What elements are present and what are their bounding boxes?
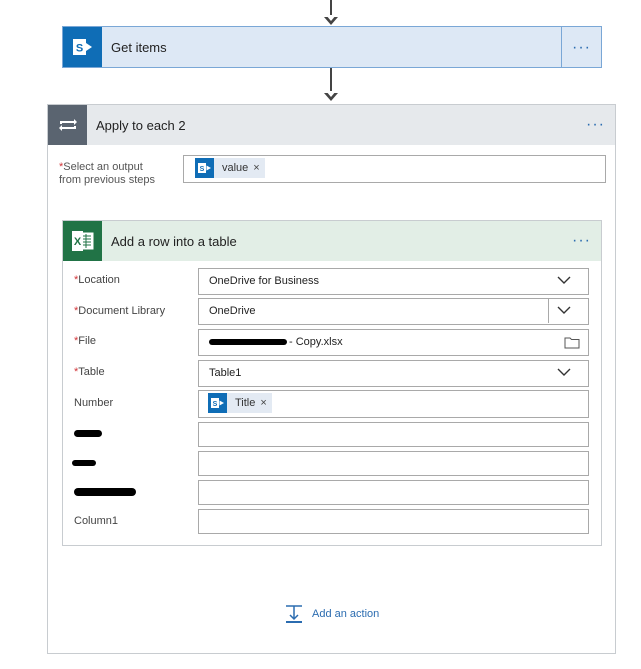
redacted-label — [74, 488, 136, 496]
select-output-label: *Select an output from previous steps — [59, 161, 189, 187]
folder-icon[interactable] — [564, 336, 580, 349]
document-library-label-text: Document Library — [78, 305, 166, 317]
redacted-field-input[interactable] — [198, 480, 589, 505]
file-picker-input[interactable]: - Copy.xlsx — [198, 329, 589, 356]
dropdown-divider — [548, 298, 549, 323]
redacted-filename — [209, 339, 287, 345]
file-value: - Copy.xlsx — [289, 336, 343, 348]
document-library-label: *Document Library — [74, 305, 165, 317]
add-row-header[interactable]: X Add a row into a table ··· — [63, 221, 601, 261]
location-label: *Location — [74, 274, 120, 286]
get-items-menu-button[interactable]: ··· — [572, 39, 591, 57]
remove-token-button[interactable]: × — [253, 162, 264, 174]
get-items-title: Get items — [111, 40, 167, 55]
apply-to-each-menu-button[interactable]: ··· — [586, 116, 605, 134]
title-token-label: Title — [235, 397, 256, 409]
column1-input[interactable] — [198, 509, 589, 534]
select-output-label-line2: from previous steps — [59, 174, 155, 186]
apply-to-each-title: Apply to each 2 — [96, 118, 186, 133]
location-dropdown[interactable]: OneDrive for Business — [198, 268, 589, 295]
add-action-button[interactable]: Add an action — [284, 604, 379, 624]
select-output-label-line1: Select an output — [63, 161, 143, 173]
document-library-dropdown[interactable]: OneDrive — [198, 298, 589, 325]
number-input[interactable]: S Title × — [198, 390, 589, 418]
chevron-down-icon[interactable] — [556, 303, 572, 317]
get-items-card[interactable]: S Get items ··· — [62, 26, 602, 68]
column1-label: Column1 — [74, 515, 119, 527]
select-output-input[interactable]: S value × — [183, 155, 606, 183]
add-row-menu-button[interactable]: ··· — [572, 232, 591, 250]
add-action-icon — [286, 605, 302, 623]
redacted-label — [72, 460, 96, 466]
chevron-down-icon[interactable] — [556, 365, 572, 379]
excel-icon: X — [63, 221, 102, 261]
location-value: OneDrive for Business — [209, 275, 320, 287]
sharepoint-icon: S — [63, 27, 102, 67]
sharepoint-icon: S — [208, 393, 227, 413]
file-label: *File — [74, 335, 96, 347]
svg-text:S: S — [199, 166, 204, 173]
redacted-field-input[interactable] — [198, 422, 589, 447]
title-token: S Title × — [208, 393, 272, 413]
loop-icon — [48, 105, 87, 145]
down-arrow-icon — [324, 15, 338, 25]
sharepoint-icon: S — [195, 158, 214, 178]
redacted-label — [74, 430, 102, 437]
file-label-text: File — [78, 335, 97, 347]
table-value: Table1 — [209, 367, 242, 379]
location-label-text: Location — [78, 274, 120, 286]
table-dropdown[interactable]: Table1 — [198, 360, 589, 387]
add-action-label: Add an action — [312, 608, 380, 620]
remove-token-button[interactable]: × — [260, 397, 271, 409]
svg-text:S: S — [75, 43, 82, 55]
apply-to-each-header[interactable]: Apply to each 2 ··· — [48, 105, 615, 145]
table-label-text: Table — [78, 366, 105, 378]
add-row-title: Add a row into a table — [111, 234, 237, 249]
value-token: S value × — [195, 158, 265, 178]
document-library-value: OneDrive — [209, 305, 256, 317]
down-arrow-icon — [324, 91, 338, 101]
value-token-label: value — [222, 162, 249, 174]
svg-text:X: X — [73, 236, 81, 248]
number-label: Number — [74, 397, 114, 409]
chevron-down-icon[interactable] — [556, 273, 572, 287]
table-label: *Table — [74, 366, 105, 378]
card-divider — [561, 27, 562, 67]
redacted-field-input[interactable] — [198, 451, 589, 476]
svg-text:S: S — [212, 401, 217, 408]
